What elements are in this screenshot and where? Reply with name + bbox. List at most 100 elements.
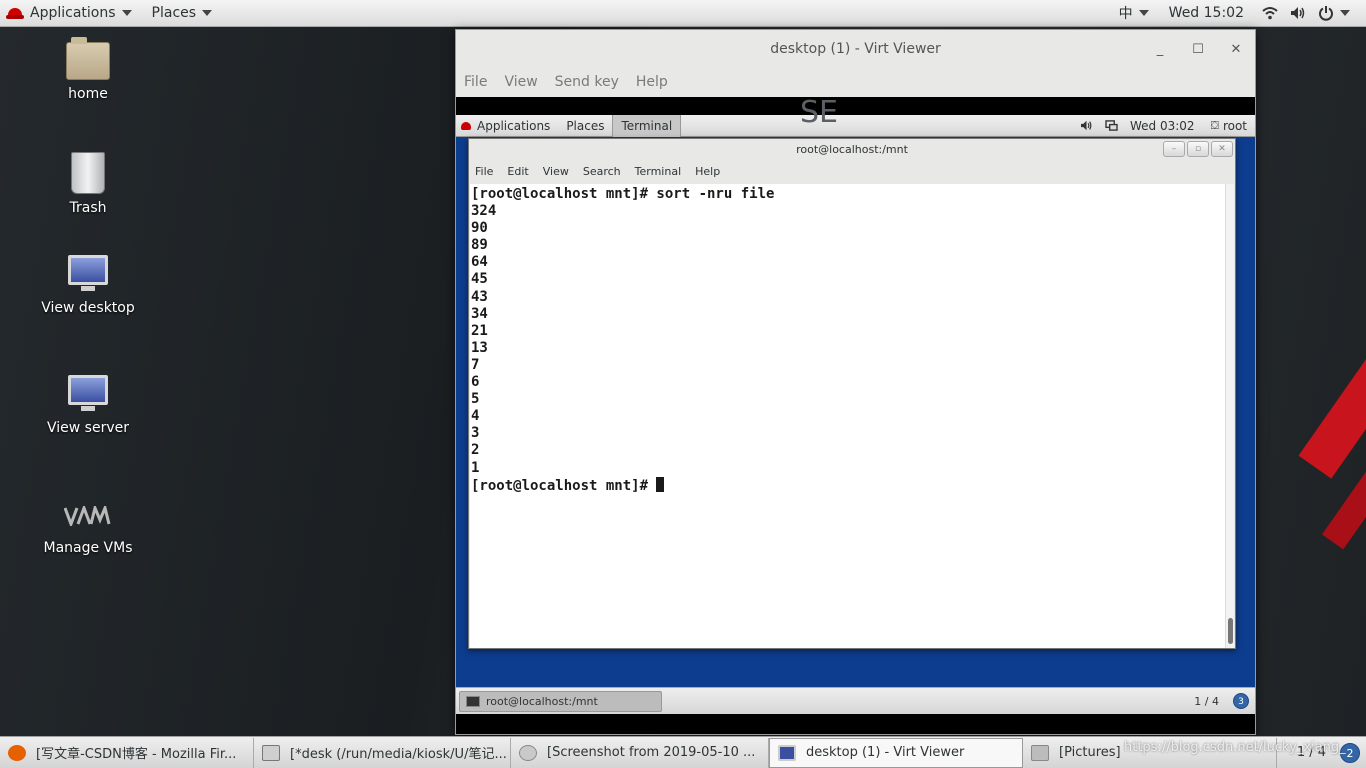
taskbar-item-firefox[interactable]: [写文章-CSDN博客 - Mozilla Fir... <box>0 737 254 768</box>
guest-top-panel: Applications Places Terminal Wed 03:02 ⛋… <box>456 115 1255 137</box>
terminal-menu-edit[interactable]: Edit <box>507 165 528 178</box>
terminal-line: 3 <box>471 425 480 442</box>
guest-pager-label: 1 / 4 <box>1194 694 1219 708</box>
guest-volume-icon[interactable] <box>1072 115 1101 137</box>
terminal-line: 7 <box>471 356 480 373</box>
guest-taskbar-item-terminal[interactable]: root@localhost:/mnt <box>459 690 662 712</box>
guest-applications-label: Applications <box>477 118 551 133</box>
guest-places-menu[interactable]: Places <box>558 115 612 137</box>
taskbar-item-virt-viewer[interactable]: desktop (1) - Virt Viewer <box>769 737 1023 768</box>
terminal-menu-terminal[interactable]: Terminal <box>635 165 682 178</box>
desktop-icon-label: Manage VMs <box>43 540 133 556</box>
places-menu[interactable]: Places <box>146 0 219 27</box>
maximize-icon[interactable]: ☐ <box>1179 42 1217 57</box>
guest-user-menu[interactable]: ⛋ root <box>1203 115 1255 137</box>
terminal-output[interactable]: [root@localhost mnt]# sort -nru file 324 9… <box>470 184 1227 648</box>
terminal-line: 4 <box>471 408 480 425</box>
menu-help[interactable]: Help <box>636 74 668 90</box>
volume-icon[interactable] <box>1284 0 1312 27</box>
minimize-icon[interactable]: _ <box>1141 42 1179 57</box>
places-label: Places <box>151 5 197 21</box>
desktop-icon-view-server[interactable]: View server <box>13 375 163 436</box>
terminal-menu-search[interactable]: Search <box>583 165 621 178</box>
terminal-line: 89 <box>471 237 488 254</box>
chevron-down-icon <box>202 10 213 16</box>
terminal-menubar: File Edit View Search Terminal Help <box>469 160 1235 183</box>
menubar: File View Send key Help <box>456 68 1255 96</box>
terminal-window: root@localhost:/mnt – ▫ ✕ File Edit View… <box>468 138 1236 649</box>
guest-terminal-tab-label: Terminal <box>621 118 673 133</box>
monitor-icon <box>68 255 108 291</box>
clock-label: Wed 15:02 <box>1168 5 1244 21</box>
taskbar-item-label: [Pictures] <box>1059 745 1121 760</box>
terminal-prompt-line: [root@localhost mnt]# <box>471 476 1227 495</box>
terminal-prompt: [root@localhost mnt]# <box>471 477 657 494</box>
guest-bottom-panel: root@localhost:/mnt 1 / 4 3 <box>456 687 1255 714</box>
menu-view[interactable]: View <box>504 74 537 90</box>
terminal-line: 21 <box>471 322 488 339</box>
clock[interactable]: Wed 15:02 <box>1163 0 1250 27</box>
guest-clock[interactable]: Wed 03:02 <box>1122 115 1203 137</box>
input-method-indicator[interactable]: 中 <box>1113 0 1155 27</box>
background-logo-text: SE <box>800 95 838 130</box>
terminal-line: 6 <box>471 374 480 391</box>
trash-icon <box>71 152 105 194</box>
minimize-icon[interactable]: – <box>1163 141 1185 157</box>
desktop-icon-label: home <box>68 86 108 102</box>
taskbar-item-label: [Screenshot from 2019-05-10 ... <box>547 745 756 760</box>
guest-notification-badge[interactable]: 3 <box>1233 693 1249 709</box>
terminal-line: 2 <box>471 442 480 459</box>
desktop-icon-view-desktop[interactable]: View desktop <box>13 255 163 316</box>
chevron-down-icon <box>1340 10 1350 16</box>
applications-menu[interactable]: Applications <box>0 0 138 27</box>
taskbar-item-label: [写文章-CSDN博客 - Mozilla Fir... <box>36 747 237 762</box>
desktop-icon-home[interactable]: home <box>13 37 163 102</box>
window-titlebar[interactable]: desktop (1) - Virt Viewer _ ☐ ✕ <box>456 30 1255 68</box>
menu-file[interactable]: File <box>464 74 487 90</box>
terminal-line: 13 <box>471 339 488 356</box>
redhat-logo-icon <box>6 8 24 19</box>
maximize-icon[interactable]: ▫ <box>1187 141 1209 157</box>
taskbar-item-label: [*desk (/run/media/kiosk/U/笔记... <box>290 747 507 762</box>
close-icon[interactable]: ✕ <box>1211 141 1233 157</box>
wifi-icon[interactable] <box>1256 0 1284 27</box>
vm-display[interactable]: Applications Places Terminal Wed 03:02 ⛋… <box>456 97 1255 734</box>
terminal-icon <box>466 695 480 707</box>
terminal-titlebar[interactable]: root@localhost:/mnt – ▫ ✕ <box>469 139 1235 160</box>
image-viewer-icon <box>519 744 537 761</box>
terminal-line: 34 <box>471 305 488 322</box>
input-method-label: 中 <box>1118 6 1133 22</box>
guest-applications-menu[interactable]: Applications <box>456 115 558 137</box>
menu-send-key[interactable]: Send key <box>555 74 619 90</box>
power-icon[interactable] <box>1312 0 1356 27</box>
terminal-menu-file[interactable]: File <box>475 165 493 178</box>
taskbar-item-text-editor[interactable]: [*desk (/run/media/kiosk/U/笔记... <box>254 737 511 768</box>
terminal-line: 45 <box>471 271 488 288</box>
guest-user-label: root <box>1222 118 1247 133</box>
terminal-line: 1 <box>471 459 480 476</box>
terminal-line: 43 <box>471 288 488 305</box>
taskbar-item-screenshot[interactable]: [Screenshot from 2019-05-10 ... <box>511 737 769 768</box>
guest-workspace-pager[interactable]: 1 / 4 3 <box>1194 693 1249 709</box>
home-folder-icon <box>66 37 110 80</box>
virt-viewer-icon <box>778 744 796 761</box>
terminal-scrollbar[interactable] <box>1225 184 1234 648</box>
terminal-line: 64 <box>471 254 488 271</box>
guest-task-label: root@localhost:/mnt <box>486 694 598 708</box>
terminal-line: 5 <box>471 391 480 408</box>
terminal-menu-help[interactable]: Help <box>695 165 720 178</box>
guest-desktop: Applications Places Terminal Wed 03:02 ⛋… <box>456 115 1255 714</box>
text-editor-icon <box>262 744 280 761</box>
guest-terminal-tab[interactable]: Terminal <box>612 115 682 137</box>
close-icon[interactable]: ✕ <box>1217 42 1255 57</box>
virt-viewer-window: desktop (1) - Virt Viewer _ ☐ ✕ File Vie… <box>455 29 1256 735</box>
chevron-down-icon <box>121 10 132 16</box>
taskbar-item-label: desktop (1) - Virt Viewer <box>806 745 965 760</box>
guest-network-icon[interactable] <box>1101 115 1122 137</box>
desktop-icon-label: Trash <box>69 200 107 216</box>
scrollbar-thumb[interactable] <box>1228 618 1233 644</box>
terminal-menu-view[interactable]: View <box>543 165 569 178</box>
terminal-title: root@localhost:/mnt <box>796 143 908 156</box>
desktop-icon-manage-vms[interactable]: Manage VMs <box>13 503 163 556</box>
desktop-icon-trash[interactable]: Trash <box>13 152 163 216</box>
